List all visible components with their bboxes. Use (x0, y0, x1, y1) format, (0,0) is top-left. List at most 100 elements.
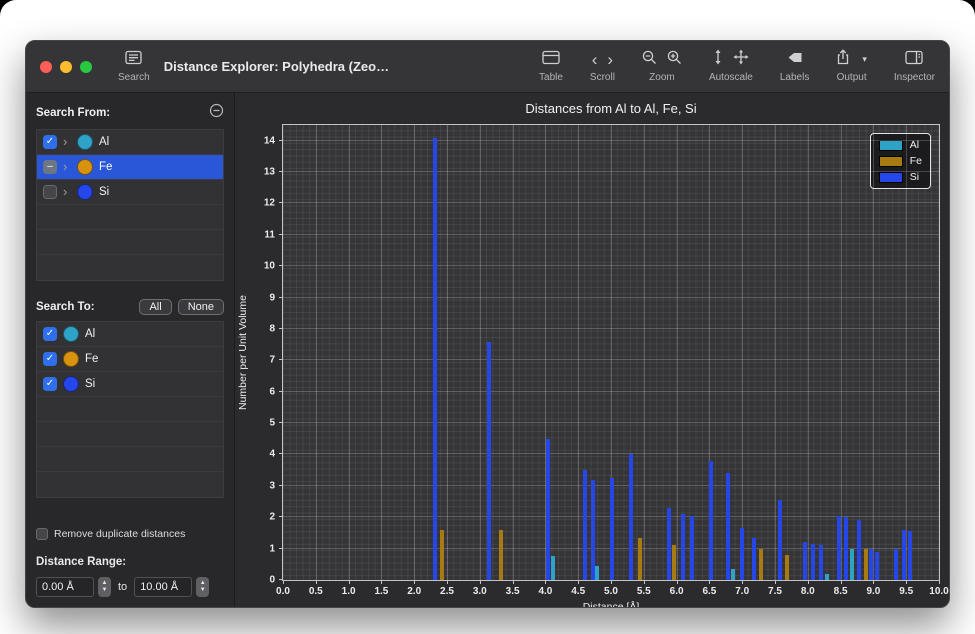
checkbox-checked[interactable]: ✓ (43, 135, 57, 149)
x-tick-label: 1.5 (374, 586, 388, 597)
element-label: Si (85, 378, 95, 390)
legend-label: Fe (910, 155, 922, 167)
select-all-button[interactable]: All (139, 299, 171, 315)
disclosure-chevron-icon[interactable]: › (63, 136, 71, 148)
x-axis-label: Distance [Å] (282, 601, 940, 608)
stepper-down-icon[interactable]: ▼ (102, 587, 108, 594)
stepper-down-icon[interactable]: ▼ (200, 587, 206, 594)
from-row-fe[interactable]: – › Fe (37, 155, 223, 180)
checkbox-checked[interactable]: ✓ (43, 327, 57, 341)
range-max-stepper[interactable]: ▲▼ (196, 577, 209, 597)
y-tick-label: 4 (269, 449, 275, 460)
bar-Fe (499, 530, 503, 580)
sidebar: Search From: ✓ › Al – › Fe (26, 93, 235, 607)
x-tick-label: 4.0 (538, 586, 552, 597)
toolbar-item-output[interactable]: ▾ Output (836, 51, 867, 83)
empty-row (37, 447, 223, 472)
vertical-scale-icon[interactable] (713, 49, 723, 70)
minimize-button[interactable] (60, 61, 72, 73)
toolbar-label: Table (539, 72, 563, 83)
fullscreen-button[interactable] (80, 61, 92, 73)
x-tick-mark (742, 580, 743, 584)
y-tick-mark (279, 140, 283, 141)
range-min-field[interactable]: 0.00 Å (36, 577, 94, 597)
x-tick-mark (283, 580, 284, 584)
bar-Si (667, 508, 671, 580)
gridline-horizontal (283, 234, 939, 235)
toolbar-label: Output (837, 72, 867, 83)
autoscale-move-icon[interactable] (733, 49, 749, 70)
bar-Si (857, 520, 861, 580)
toolbar-item-table[interactable]: Table (539, 51, 563, 83)
x-tick-label: 7.5 (768, 586, 782, 597)
search-from-header: Search From: (36, 103, 224, 123)
to-row-si[interactable]: ✓ Si (37, 372, 223, 397)
legend-swatch-fe (879, 156, 903, 167)
y-tick-label: 1 (269, 543, 275, 554)
bar-Si (740, 528, 744, 580)
to-row-fe[interactable]: ✓ Fe (37, 347, 223, 372)
zoom-in-icon[interactable] (667, 50, 682, 70)
x-tick-label: 6.5 (702, 586, 716, 597)
gridline-vertical (644, 125, 645, 580)
scroll-right-icon[interactable]: › (607, 53, 613, 67)
y-tick-label: 0 (269, 575, 275, 586)
toolbar-item-zoom[interactable]: Zoom (642, 51, 682, 83)
desktop-background: Search Distance Explorer: Polyhedra (Zeo… (0, 0, 975, 634)
x-tick-mark (873, 580, 874, 584)
gridline-vertical (677, 125, 678, 580)
inspector-panel-icon (905, 50, 923, 70)
range-to-word: to (118, 581, 127, 593)
toolbar-label: Inspector (894, 72, 935, 83)
checkbox-checked[interactable]: ✓ (43, 377, 57, 391)
x-tick-label: 5.5 (637, 586, 651, 597)
y-tick-mark (279, 485, 283, 486)
x-tick-mark (808, 580, 809, 584)
from-row-si[interactable]: › Si (37, 180, 223, 205)
select-none-button[interactable]: None (178, 299, 224, 315)
range-min-stepper[interactable]: ▲▼ (98, 577, 111, 597)
remove-duplicates-label: Remove duplicate distances (54, 528, 185, 540)
disclosure-chevron-icon[interactable]: › (63, 186, 71, 198)
bar-Si (583, 470, 587, 580)
zoom-out-icon[interactable] (642, 50, 657, 70)
y-tick-label: 9 (269, 292, 275, 303)
chevron-down-icon: ▾ (862, 54, 867, 65)
toolbar: Table ‹ › Scroll Zoom (539, 51, 935, 83)
bar-Fe (759, 549, 763, 580)
toolbar-item-search[interactable]: Search (118, 51, 150, 83)
toolbar-item-labels[interactable]: Labels (780, 51, 809, 83)
bar-Si (819, 545, 823, 580)
legend-swatch-si (879, 172, 903, 183)
from-row-al[interactable]: ✓ › Al (37, 130, 223, 155)
x-tick-mark (414, 580, 415, 584)
toolbar-item-scroll[interactable]: ‹ › Scroll (590, 51, 615, 83)
toolbar-item-inspector[interactable]: Inspector (894, 51, 935, 83)
checkbox-checked[interactable]: ✓ (43, 352, 57, 366)
bar-Al (595, 566, 599, 580)
stepper-up-icon[interactable]: ▲ (102, 580, 108, 587)
checkbox-unchecked[interactable] (43, 185, 57, 199)
range-max-field[interactable]: 10.00 Å (134, 577, 192, 597)
stepper-up-icon[interactable]: ▲ (200, 580, 206, 587)
x-tick-label: 10.0 (929, 586, 948, 597)
element-label: Al (85, 328, 95, 340)
plot-area[interactable]: Al Fe Si 0.00.51.01.52.02.53.03.54.04.55… (282, 124, 940, 581)
search-to-list: ✓ Al ✓ Fe ✓ Si (36, 321, 224, 498)
to-row-al[interactable]: ✓ Al (37, 322, 223, 347)
window-title: Distance Explorer: Polyhedra (Zeo… (164, 59, 389, 74)
checkbox-mixed[interactable]: – (43, 160, 57, 174)
gridline-horizontal (283, 140, 939, 141)
remove-duplicates-row[interactable]: Remove duplicate distances (36, 528, 224, 540)
checkbox-unchecked[interactable] (36, 528, 48, 540)
toolbar-item-autoscale[interactable]: Autoscale (709, 51, 753, 83)
y-tick-mark (279, 391, 283, 392)
disclosure-chevron-icon[interactable]: › (63, 161, 71, 173)
collapse-section-icon[interactable] (209, 103, 224, 123)
close-button[interactable] (40, 61, 52, 73)
gridline-horizontal (283, 202, 939, 203)
scroll-left-icon[interactable]: ‹ (592, 53, 598, 67)
toolbar-label: Search (118, 72, 150, 83)
y-tick-label: 6 (269, 386, 275, 397)
window-content: Search From: ✓ › Al – › Fe (26, 93, 949, 607)
